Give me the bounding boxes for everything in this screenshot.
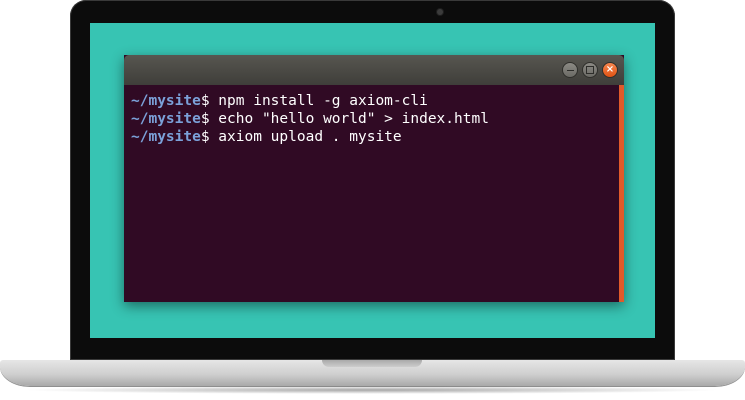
terminal-window[interactable]: × ~/mysite$ npm install -g axiom-cli ~/m… (124, 55, 624, 302)
terminal-line: ~/mysite$ axiom upload . mysite (131, 128, 618, 146)
command-text: axiom upload . mysite (209, 129, 402, 145)
close-button[interactable]: × (602, 62, 618, 78)
terminal-output[interactable]: ~/mysite$ npm install -g axiom-cli ~/mys… (124, 85, 618, 302)
terminal-line: ~/mysite$ npm install -g axiom-cli (131, 92, 618, 110)
prompt-path: ~/mysite (131, 129, 201, 145)
terminal-titlebar[interactable]: × (124, 55, 624, 85)
prompt-path: ~/mysite (131, 111, 201, 127)
prompt-symbol: $ (200, 111, 210, 127)
camera-icon (437, 9, 443, 15)
prompt-symbol: $ (200, 93, 210, 109)
maximize-button[interactable] (582, 62, 598, 78)
minimize-button[interactable] (562, 62, 578, 78)
maximize-icon (586, 66, 594, 74)
terminal-scrollbar[interactable] (619, 85, 624, 302)
prompt-symbol: $ (200, 129, 210, 145)
command-text: echo "hello world" > index.html (209, 111, 489, 127)
laptop-notch (322, 360, 422, 367)
minimize-icon (566, 69, 574, 71)
laptop-mockup: × ~/mysite$ npm install -g axiom-cli ~/m… (0, 0, 745, 400)
laptop-shadow (22, 386, 722, 394)
terminal-line: ~/mysite$ echo "hello world" > index.htm… (131, 110, 618, 128)
command-text: npm install -g axiom-cli (209, 93, 428, 109)
close-icon: × (605, 64, 615, 75)
prompt-path: ~/mysite (131, 93, 201, 109)
